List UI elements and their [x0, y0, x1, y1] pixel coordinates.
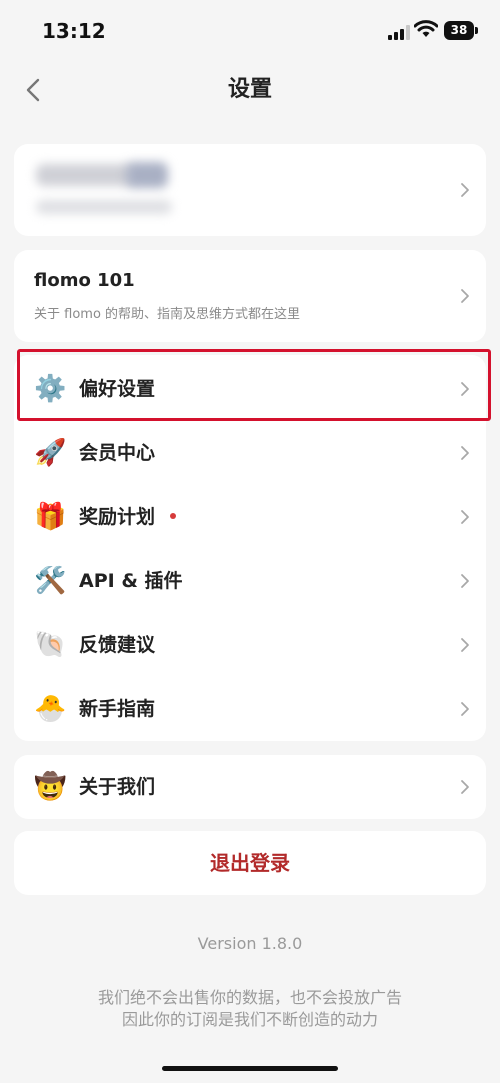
highlight-box — [17, 349, 491, 421]
chevron-right-icon — [461, 702, 469, 716]
flomo-101-card[interactable]: flomo 101 关于 flomo 的帮助、指南及思维方式都在这里 — [14, 250, 486, 342]
battery-icon: 38 — [444, 21, 474, 40]
hatching-chick-icon: 🐣 — [34, 694, 67, 724]
menu-item-label: 关于我们 — [79, 776, 156, 798]
blurred-subtitle — [36, 200, 172, 214]
flomo-101-subtitle: 关于 flomo 的帮助、指南及思维方式都在这里 — [34, 307, 301, 322]
flomo-101-title: flomo 101 — [34, 270, 135, 291]
gift-icon: 🎁 — [34, 502, 67, 532]
home-indicator[interactable] — [162, 1066, 338, 1071]
menu-item-api-plugins[interactable]: 🛠️ API & 插件 — [14, 549, 486, 613]
shell-icon: 🐚 — [34, 630, 67, 660]
tools-icon: 🛠️ — [34, 566, 67, 596]
battery-tip — [475, 27, 478, 34]
version-label: Version 1.8.0 — [197, 934, 303, 953]
chevron-left-icon — [26, 78, 40, 102]
status-bar: 13:12 38 — [0, 0, 500, 62]
chevron-right-icon — [461, 183, 469, 197]
about-card: 🤠 关于我们 — [14, 755, 486, 819]
status-time: 13:12 — [42, 19, 106, 43]
chevron-right-icon — [461, 446, 469, 460]
menu-item-label: 奖励计划 — [79, 506, 156, 528]
blurred-username — [36, 164, 134, 186]
chevron-right-icon — [461, 510, 469, 524]
back-button[interactable] — [18, 72, 52, 108]
privacy-note-line-2: 因此你的订阅是我们不断创造的动力 — [121, 1010, 378, 1029]
cellular-signal-icon — [388, 24, 410, 40]
chevron-right-icon — [461, 780, 469, 794]
rocket-icon: 🚀 — [34, 438, 67, 468]
page-title: 设置 — [227, 77, 272, 102]
notification-dot — [170, 513, 176, 519]
menu-item-feedback[interactable]: 🐚 反馈建议 — [14, 613, 486, 677]
menu-item-label: 会员中心 — [79, 442, 156, 464]
menu-item-label: API & 插件 — [79, 570, 183, 592]
menu-item-beginner-guide[interactable]: 🐣 新手指南 — [14, 677, 486, 741]
menu-item-label: 新手指南 — [79, 698, 156, 720]
menu-item-membership[interactable]: 🚀 会员中心 — [14, 421, 486, 485]
chevron-right-icon — [461, 574, 469, 588]
privacy-note-line-1: 我们绝不会出售你的数据，也不会投放广告 — [97, 988, 402, 1007]
chevron-right-icon — [461, 289, 469, 303]
chevron-right-icon — [461, 638, 469, 652]
wifi-icon — [414, 20, 438, 37]
blurred-badge — [126, 162, 168, 188]
nav-bar: 设置 — [0, 66, 500, 114]
menu-item-rewards[interactable]: 🎁 奖励计划 — [14, 485, 486, 549]
profile-card[interactable] — [14, 144, 486, 236]
menu-item-label: 反馈建议 — [79, 634, 156, 656]
menu-item-about-us[interactable]: 🤠 关于我们 — [14, 755, 486, 819]
logout-button[interactable]: 退出登录 — [14, 831, 486, 895]
cowboy-face-icon: 🤠 — [34, 772, 67, 802]
